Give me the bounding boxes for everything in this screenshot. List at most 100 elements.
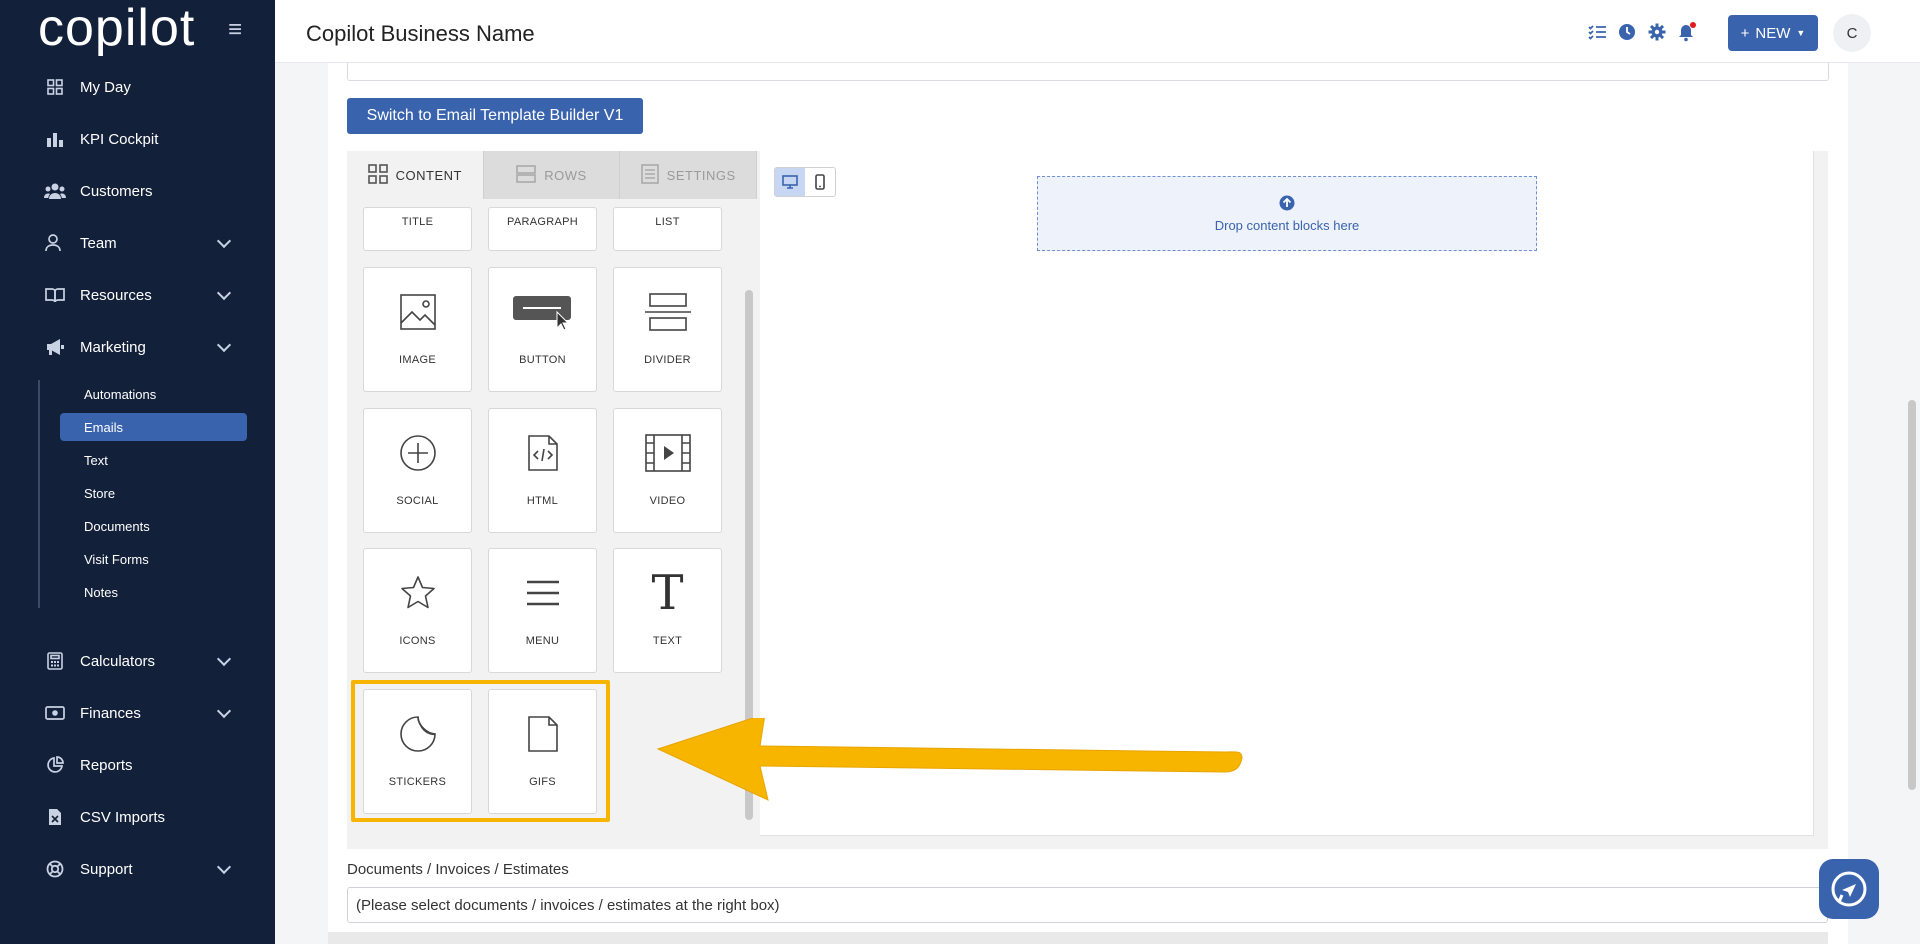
subnav-item-notes[interactable]: Notes — [60, 578, 247, 606]
menu-toggle-icon[interactable]: ≡ — [228, 16, 242, 44]
highlight-box — [351, 680, 610, 822]
block-list[interactable]: LIST — [613, 207, 722, 251]
device-toggle — [774, 167, 836, 197]
chevron-down-icon[interactable] — [216, 703, 232, 719]
task-list-icon[interactable] — [1587, 22, 1607, 42]
sidebar-item-finances[interactable]: Finances — [0, 693, 275, 733]
sidebar-item-calculators[interactable]: Calculators — [0, 641, 275, 681]
rows-icon — [516, 164, 537, 187]
previous-field-bottom — [347, 63, 1829, 81]
sidebar-item-resources[interactable]: Resources — [0, 275, 275, 315]
sidebar-item-customers[interactable]: Customers — [0, 171, 275, 211]
sidebar-item-label: Finances — [80, 704, 141, 722]
settings-doc-icon — [640, 163, 659, 187]
sidebar-item-label: Calculators — [80, 652, 156, 670]
mobile-icon — [815, 174, 825, 190]
code-file-icon — [489, 431, 596, 475]
sidebar-item-support[interactable]: Support — [0, 849, 275, 889]
divider-icon — [614, 290, 721, 334]
image-icon — [364, 290, 471, 334]
sidebar-item-label: Marketing — [80, 338, 146, 356]
sidebar-item-reports[interactable]: Reports — [0, 745, 275, 785]
bar-chart-icon — [44, 128, 66, 150]
documents-select[interactable]: (Please select documents / invoices / es… — [347, 887, 1828, 923]
block-menu[interactable]: MENU — [488, 548, 597, 673]
film-icon — [614, 431, 721, 475]
sidebar-item-label: CSV Imports — [80, 808, 166, 826]
text-t-icon: T — [651, 565, 684, 621]
block-image[interactable]: IMAGE — [363, 267, 472, 392]
chevron-down-icon[interactable] — [216, 859, 232, 875]
block-video[interactable]: VIDEO — [613, 408, 722, 533]
sidebar-item-label: My Day — [80, 78, 131, 96]
block-text[interactable]: T TEXT — [613, 548, 722, 673]
sidebar-item-label: Reports — [80, 756, 133, 774]
tab-content[interactable]: CONTENT — [347, 151, 484, 199]
block-label: LIST — [655, 216, 680, 228]
block-button[interactable]: BUTTON — [488, 267, 597, 392]
gear-icon[interactable] — [1647, 22, 1667, 42]
sidebar-item-csv-imports[interactable]: CSV Imports — [0, 797, 275, 837]
clock-icon[interactable] — [1617, 22, 1637, 42]
block-social[interactable]: SOCIAL — [363, 408, 472, 533]
grid-icon — [367, 163, 388, 187]
sidebar-item-label: Resources — [80, 286, 152, 304]
subnav-item-text[interactable]: Text — [60, 446, 247, 474]
switch-template-builder-button[interactable]: Switch to Email Template Builder V1 — [347, 98, 643, 134]
block-divider[interactable]: DIVIDER — [613, 267, 722, 392]
block-html[interactable]: HTML — [488, 408, 597, 533]
chevron-down-icon[interactable] — [216, 337, 232, 353]
avatar[interactable]: C — [1833, 14, 1871, 52]
sidebar-item-kpi-cockpit[interactable]: KPI Cockpit — [0, 119, 275, 159]
sidebar-item-marketing[interactable]: Marketing — [0, 327, 275, 367]
users-icon — [44, 180, 66, 202]
new-button-label: NEW — [1755, 24, 1791, 42]
block-label: DIVIDER — [644, 354, 691, 366]
documents-label: Documents / Invoices / Estimates — [347, 861, 569, 878]
block-title[interactable]: TITLE — [363, 207, 472, 251]
block-label: HTML — [526, 495, 559, 507]
upload-arrow-icon — [1279, 195, 1295, 214]
desktop-icon — [782, 175, 798, 189]
pie-chart-icon — [44, 754, 66, 776]
desktop-view-button[interactable] — [775, 168, 805, 196]
new-button[interactable]: + NEW ▼ — [1728, 15, 1818, 51]
sidebar-item-team[interactable]: Team — [0, 223, 275, 263]
note-strip — [328, 932, 1828, 944]
tab-settings[interactable]: SETTINGS — [620, 151, 758, 199]
tab-label: SETTINGS — [666, 167, 736, 183]
bell-icon[interactable] — [1677, 22, 1697, 42]
button-icon — [489, 290, 596, 334]
money-icon — [44, 702, 66, 724]
megaphone-icon — [44, 336, 66, 358]
block-label: ICONS — [399, 635, 436, 647]
subnav-item-documents[interactable]: Documents — [60, 512, 247, 540]
page-scrollbar[interactable] — [1908, 400, 1916, 790]
copilot-logo[interactable]: copilot — [38, 2, 195, 54]
builder-tabs: CONTENT ROWS SETTINGS — [347, 151, 758, 199]
subnav-item-visit-forms[interactable]: Visit Forms — [60, 545, 247, 573]
header-icons — [1587, 22, 1697, 42]
chevron-down-icon[interactable] — [216, 233, 232, 249]
subnav-item-store[interactable]: Store — [60, 479, 247, 507]
star-icon — [364, 571, 471, 615]
block-icons[interactable]: ICONS — [363, 548, 472, 673]
sidebar-item-label: Customers — [80, 182, 153, 200]
subnav-item-emails[interactable]: Emails — [60, 413, 247, 441]
chevron-down-icon[interactable] — [216, 285, 232, 301]
chat-button[interactable] — [1819, 859, 1879, 919]
sidebar-item-label: KPI Cockpit — [80, 130, 159, 148]
chat-icon — [1831, 871, 1867, 907]
mobile-view-button[interactable] — [805, 168, 835, 196]
chevron-down-icon[interactable] — [216, 651, 232, 667]
drop-zone[interactable]: Drop content blocks here — [1037, 176, 1537, 251]
drop-zone-text: Drop content blocks here — [1214, 217, 1360, 233]
block-paragraph[interactable]: PARAGRAPH — [488, 207, 597, 251]
sidebar: copilot ≡ My Day KPI Cockpit Customers T… — [0, 0, 275, 944]
tab-rows[interactable]: ROWS — [483, 151, 621, 199]
user-icon — [44, 232, 66, 254]
sidebar-item-my-day[interactable]: My Day — [0, 67, 275, 107]
subnav-item-automations[interactable]: Automations — [60, 380, 247, 408]
block-label: BUTTON — [519, 354, 566, 366]
block-label: TEXT — [652, 635, 683, 647]
